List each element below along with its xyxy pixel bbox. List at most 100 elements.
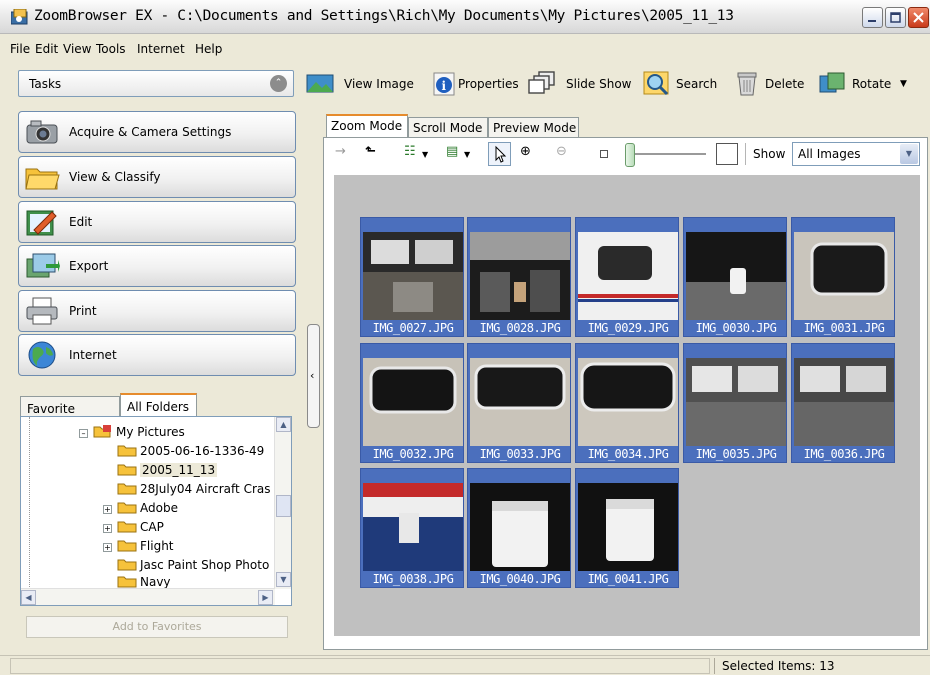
show-filter-select[interactable]: All Images ▼ (792, 142, 920, 166)
thumbnail-caption: IMG_0027.JPG (372, 321, 454, 335)
delete-button[interactable]: Delete (733, 68, 805, 100)
menu-tools[interactable]: Tools (96, 42, 126, 56)
tasks-header[interactable]: Tasks ⌃ (18, 70, 294, 97)
display-mode-icon[interactable]: ▤ (446, 144, 458, 159)
thumbnail-item[interactable]: IMG_0029.JPG (575, 217, 679, 337)
thumbnail-item[interactable]: IMG_0036.JPG (791, 343, 895, 463)
large-thumb-icon (716, 143, 738, 165)
add-to-favorites-button[interactable]: Add to Favorites (26, 616, 288, 638)
zoom-slider[interactable] (634, 153, 706, 155)
tree-item[interactable]: Flight (117, 539, 174, 557)
thumbnail-item[interactable]: IMG_0035.JPG (683, 343, 787, 463)
tab-preview-mode[interactable]: Preview Mode (488, 117, 579, 138)
scroll-down-icon[interactable]: ▼ (276, 572, 291, 587)
task-label: Export (69, 259, 109, 273)
thumbnail-item[interactable]: IMG_0031.JPG (791, 217, 895, 337)
task-internet-button[interactable]: Internet (18, 334, 296, 376)
thumbnail-item[interactable]: IMG_0033.JPG (467, 343, 571, 463)
task-edit-button[interactable]: Edit (18, 201, 296, 243)
task-export-button[interactable]: Export (18, 245, 296, 287)
expand-icon[interactable]: + (103, 543, 112, 552)
globe-icon (28, 341, 56, 369)
tree-item[interactable]: Jasc Paint Shop Photo (117, 558, 269, 576)
thumbnail-item[interactable]: IMG_0041.JPG (575, 468, 679, 588)
zoom-out-icon[interactable]: ⊖ (556, 144, 567, 159)
view-image-icon (306, 74, 334, 93)
panel-splitter[interactable]: ‹ (307, 324, 320, 428)
dropdown-arrow-icon[interactable]: ▼ (422, 150, 428, 159)
thumbnail-item[interactable]: IMG_0040.JPG (467, 468, 571, 588)
task-acquire-button[interactable]: Acquire & Camera Settings (18, 111, 296, 153)
menu-edit[interactable]: Edit (35, 42, 58, 56)
maximize-button[interactable] (885, 7, 906, 28)
thumbnail-item[interactable]: IMG_0030.JPG (683, 217, 787, 337)
thumbnail-item[interactable]: IMG_0034.JPG (575, 343, 679, 463)
folder-tree: – My Pictures 2005-06-16-1336-49 2005_11… (20, 416, 292, 606)
menu-file[interactable]: File (10, 42, 30, 56)
tree-item[interactable]: 28July04 Aircraft Cras (117, 482, 270, 500)
tab-scroll-mode[interactable]: Scroll Mode (408, 117, 488, 138)
thumbnail-caption: IMG_0034.JPG (587, 447, 669, 461)
search-icon (643, 71, 669, 96)
status-bar: Selected Items: 13 (0, 655, 930, 675)
folder-icon (25, 168, 60, 190)
tree-item-selected[interactable]: 2005_11_13 (117, 463, 218, 481)
menu-view[interactable]: View (63, 42, 91, 56)
slide-show-button[interactable]: Slide Show (528, 68, 631, 100)
close-button[interactable] (908, 7, 929, 28)
menu-internet[interactable]: Internet (137, 42, 185, 56)
scroll-thumb[interactable] (276, 495, 291, 517)
scroll-left-icon[interactable]: ◀ (21, 590, 36, 605)
zoom-in-icon[interactable]: ⊕ (520, 144, 531, 159)
properties-button[interactable]: i Properties (430, 68, 520, 100)
collapse-icon[interactable]: ⌃ (270, 75, 287, 92)
folder-icon (117, 502, 137, 514)
app-icon (11, 9, 28, 25)
folder-icon (117, 483, 137, 495)
tree-item[interactable]: 2005-06-16-1336-49 (117, 444, 264, 462)
thumbnail-caption: IMG_0038.JPG (372, 572, 454, 586)
title-bar: ZoomBrowser EX - C:\Documents and Settin… (0, 0, 930, 34)
thumbnail-item[interactable]: IMG_0028.JPG (467, 217, 571, 337)
toolbar-separator (745, 143, 746, 165)
scroll-right-icon[interactable]: ▶ (258, 590, 273, 605)
thumbnail-item[interactable]: IMG_0032.JPG (360, 343, 464, 463)
rotate-button[interactable]: Rotate ▼ (818, 68, 910, 100)
thumbnail-item[interactable]: IMG_0038.JPG (360, 468, 464, 588)
info-icon: i (433, 72, 455, 96)
tab-zoom-mode[interactable]: Zoom Mode (326, 114, 408, 138)
task-label: Internet (69, 348, 117, 362)
tree-vertical-scrollbar[interactable]: ▲ ▼ (274, 417, 291, 589)
minimize-icon (868, 20, 876, 22)
menu-help[interactable]: Help (195, 42, 222, 56)
dropdown-arrow-icon[interactable]: ▼ (900, 79, 907, 89)
dropdown-arrow-icon[interactable]: ▼ (464, 150, 470, 159)
tab-favorite-folders[interactable]: Favorite Folders (20, 396, 120, 430)
expand-icon[interactable]: + (103, 505, 112, 514)
scroll-up-icon[interactable]: ▲ (276, 417, 291, 432)
thumbnail-caption: IMG_0030.JPG (695, 321, 777, 335)
minimize-button[interactable] (862, 7, 883, 28)
show-label: Show (753, 147, 786, 161)
tree-horizontal-scrollbar[interactable]: ◀ ▶ (21, 588, 275, 605)
task-view-classify-button[interactable]: View & Classify (18, 156, 296, 198)
task-label: View & Classify (69, 170, 161, 184)
up-arrow-icon[interactable]: ⬑ (365, 144, 376, 159)
maximize-icon (890, 12, 901, 23)
tree-item[interactable]: My Pictures (93, 425, 185, 443)
expand-icon[interactable]: + (103, 524, 112, 533)
chevron-down-icon[interactable]: ▼ (900, 144, 918, 164)
tab-all-folders[interactable]: All Folders (120, 393, 197, 417)
tree-item[interactable]: CAP (117, 520, 164, 538)
task-print-button[interactable]: Print (18, 290, 296, 332)
zoom-slider-thumb[interactable] (625, 143, 635, 167)
pointer-tool-button[interactable] (488, 142, 511, 166)
view-image-button[interactable]: View Image (306, 68, 414, 100)
tree-item[interactable]: Adobe (117, 501, 178, 519)
folder-icon (117, 576, 137, 588)
search-button[interactable]: Search (642, 68, 722, 100)
collapse-icon[interactable]: – (79, 429, 88, 438)
select-tool-icon[interactable]: ☷ (404, 144, 416, 159)
thumbnail-item[interactable]: IMG_0027.JPG (360, 217, 464, 337)
forward-arrow-icon[interactable]: → (335, 144, 346, 159)
